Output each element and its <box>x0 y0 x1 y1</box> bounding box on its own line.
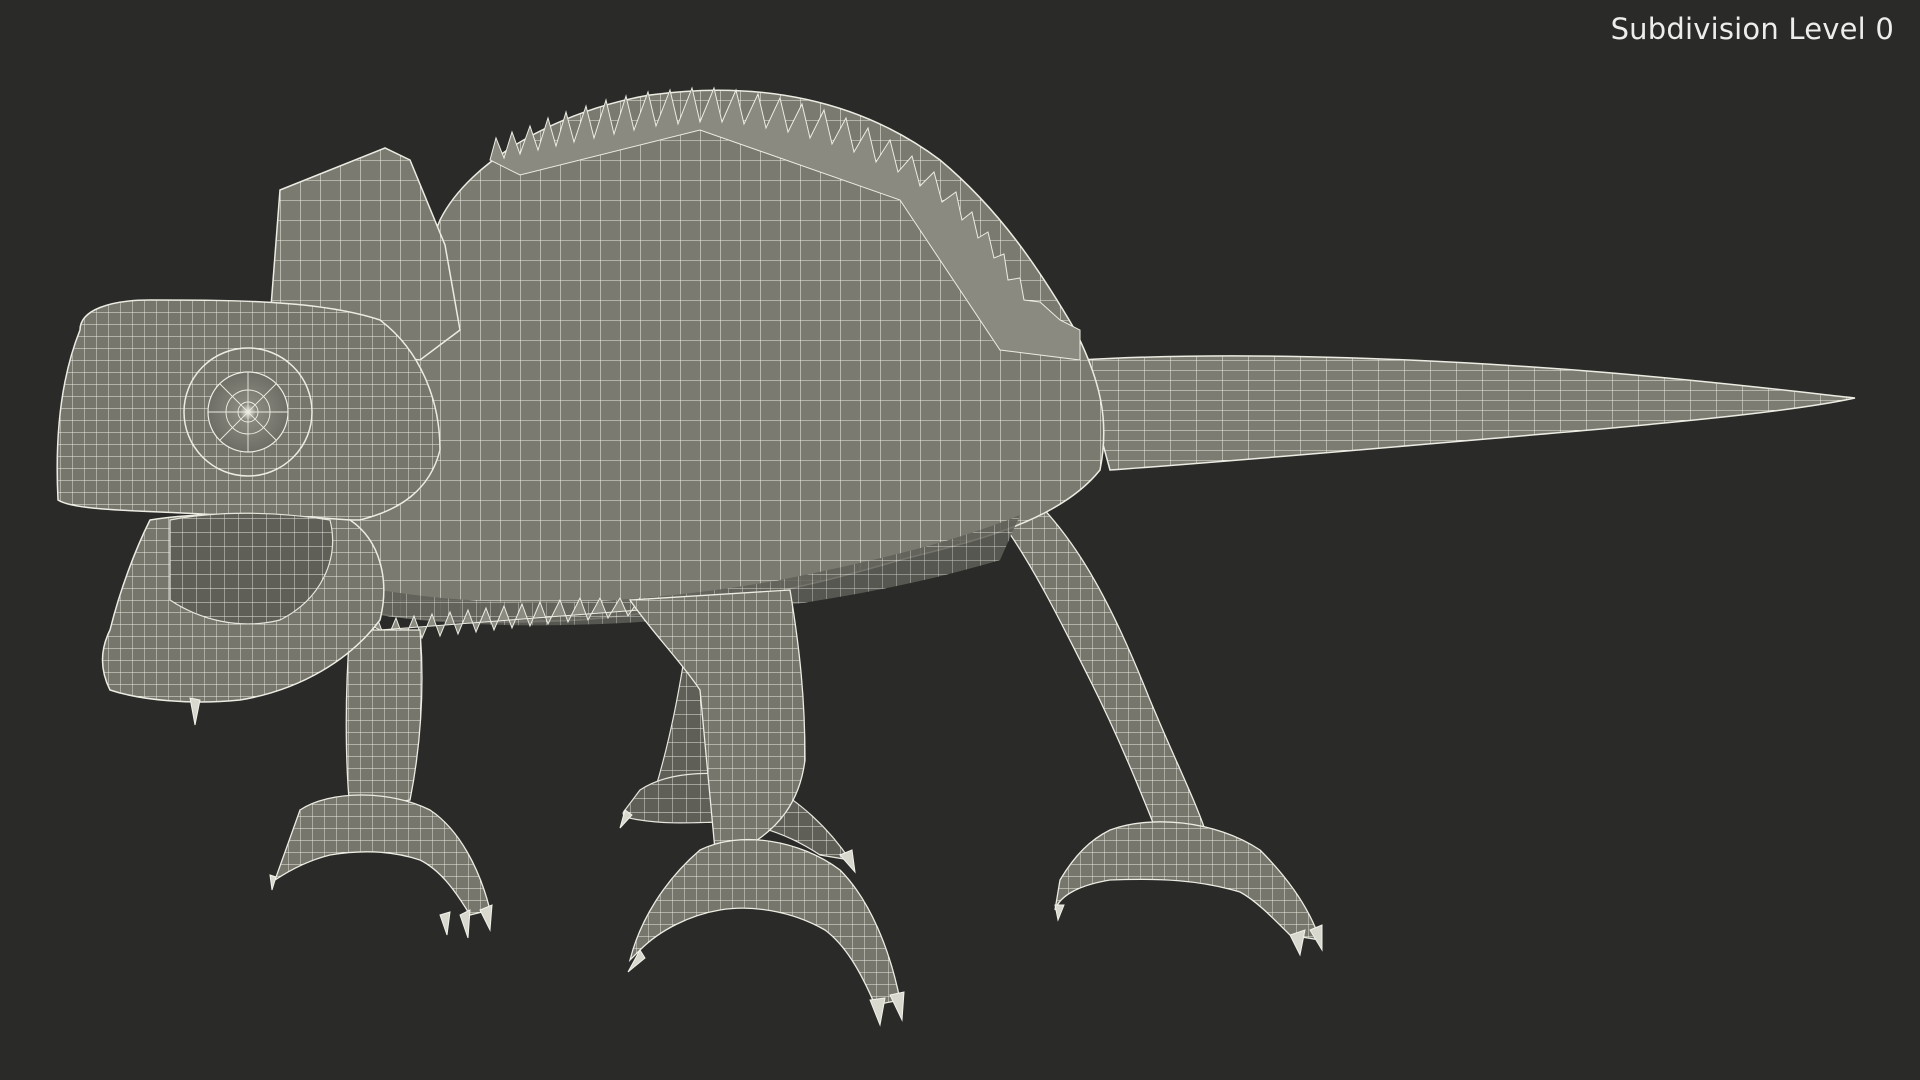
body <box>341 89 1105 626</box>
render-viewport: Subdivision Level 0 <box>0 0 1920 1080</box>
subdivision-level-label: Subdivision Level 0 <box>1610 12 1894 46</box>
chameleon-model-image <box>56 86 1856 1027</box>
eye <box>183 347 313 477</box>
head <box>56 147 461 703</box>
rear-leg <box>999 468 1321 941</box>
tail <box>1079 355 1856 471</box>
